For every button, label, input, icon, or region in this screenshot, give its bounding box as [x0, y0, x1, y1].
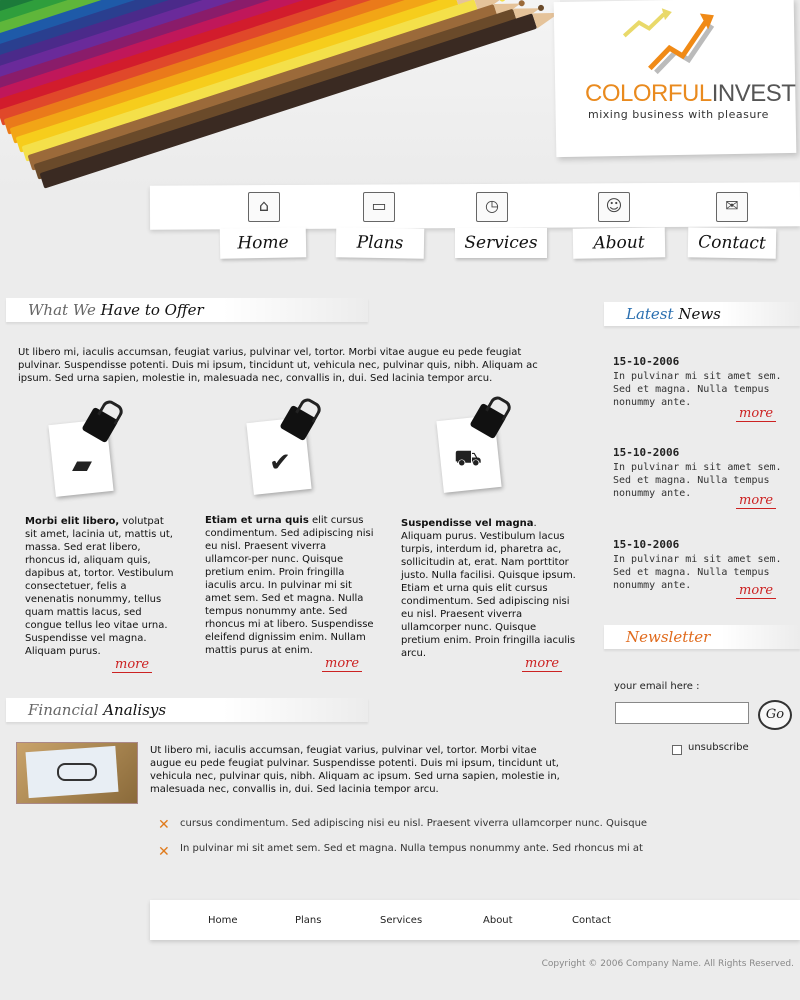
people-icon: ☺ [598, 192, 630, 222]
logo-card [553, 0, 797, 158]
briefcase-icon: ▰ [72, 450, 92, 480]
footer-link-contact[interactable]: Contact [572, 915, 611, 926]
offer-heading-light: What We [28, 301, 96, 319]
offer-intro: Ut libero mi, iaculis accumsan, feugiat … [18, 347, 538, 384]
offer-col-1-bold: Morbi elit libero, [25, 516, 120, 527]
financial-heading: Financial Analisys [6, 698, 368, 722]
news-heading: Latest News [604, 302, 800, 326]
bullet-x-icon: ✕ [158, 844, 170, 860]
news-date-1: 15-10-2006 [613, 355, 680, 368]
footer-link-about[interactable]: About [483, 915, 513, 926]
news-text-1: In pulvinar mi sit amet sem. Sed et magn… [613, 371, 782, 408]
offer-col-3-text: . Aliquam purus. Vestibulum lacus turpis… [401, 518, 576, 659]
newsletter-heading-text: Newsletter [626, 628, 711, 646]
nav-contact[interactable]: Contact [687, 227, 777, 259]
news-2-more-link[interactable]: more [736, 493, 777, 509]
news-heading-light: Latest [626, 305, 674, 323]
financial-text: Ut libero mi, iaculis accumsan, feugiat … [150, 745, 560, 795]
offer-col-2-more-link[interactable]: more [322, 656, 363, 672]
offer-col-1-more-link[interactable]: more [112, 657, 153, 673]
unsubscribe-label: unsubscribe [688, 742, 749, 753]
offer-col-3: Suspendisse vel magna. Aliquam purus. Ve… [401, 517, 576, 660]
hero-pencils-image [0, 0, 560, 190]
news-1-more-link[interactable]: more [736, 406, 777, 422]
news-heading-dark: News [678, 305, 721, 323]
tagline: mixing business with pleasure [588, 108, 769, 121]
footer-link-plans[interactable]: Plans [295, 915, 321, 926]
news-3-more-link[interactable]: more [736, 583, 777, 599]
logo-part1: COLORFUL [585, 80, 712, 107]
offer-heading: What We Have to Offer [6, 298, 368, 322]
checkmark-icon: ✔ [269, 448, 291, 478]
growth-arrow-icon [622, 8, 715, 75]
financial-bullet-2: In pulvinar mi sit amet sem. Sed et magn… [180, 843, 643, 854]
offer-col-3-bold: Suspendisse vel magna [401, 518, 534, 529]
copyright: Copyright © 2006 Company Name. All Right… [541, 959, 794, 969]
offer-col-2-bold: Etiam et urna quis [205, 515, 309, 526]
cart-icon: ⛟ [454, 446, 482, 471]
logo-part2: INVEST [711, 80, 796, 107]
offer-col-3-more-link[interactable]: more [522, 656, 563, 672]
offer-col-2-text: elit cursus condimentum. Sed adipiscing … [205, 515, 374, 656]
envelope-icon: ✉ [716, 192, 748, 222]
financial-bullet-1: cursus condimentum. Sed adipiscing nisi … [180, 818, 648, 829]
newsletter-heading: Newsletter [604, 625, 800, 649]
footer-link-services[interactable]: Services [380, 915, 422, 926]
nav-home[interactable]: Home [219, 227, 307, 259]
nav-plans[interactable]: Plans [335, 227, 425, 259]
financial-photo [16, 742, 138, 804]
offer-col-1-text: volutpat sit amet, lacinia ut, mattis ut… [25, 516, 174, 657]
email-field[interactable] [615, 702, 749, 724]
offer-col-1: Morbi elit libero, volutpat sit amet, la… [25, 515, 175, 658]
logo[interactable]: COLORFULINVEST [585, 80, 796, 108]
financial-heading-dark: Analisys [103, 701, 167, 719]
go-button[interactable]: Go [758, 700, 792, 730]
offer-col-2: Etiam et urna quis elit cursus condiment… [205, 514, 375, 657]
clock-icon: ◷ [476, 192, 508, 222]
news-date-3: 15-10-2006 [613, 538, 680, 551]
nav-about[interactable]: About [572, 227, 666, 259]
bullet-x-icon: ✕ [158, 817, 170, 833]
unsubscribe-checkbox[interactable] [672, 745, 682, 755]
nav-services[interactable]: Services [455, 228, 547, 258]
photo-glasses [57, 763, 97, 781]
news-date-2: 15-10-2006 [613, 446, 680, 459]
house-icon: ⌂ [248, 192, 280, 222]
footer-bar [150, 900, 800, 940]
email-label: your email here : [614, 681, 700, 692]
offer-heading-dark: Have to Offer [100, 301, 204, 319]
financial-heading-light: Financial [28, 701, 99, 719]
footer-link-home[interactable]: Home [208, 915, 238, 926]
book-icon: ▭ [363, 192, 395, 222]
